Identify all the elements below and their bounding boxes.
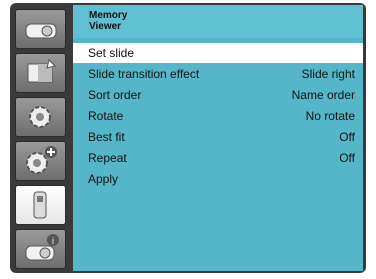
- image-adjust-icon: [27, 59, 56, 83]
- menu-item-value: Slide right: [301, 67, 355, 81]
- svg-text:i: i: [52, 236, 54, 246]
- menu-item-value: Off: [339, 130, 355, 144]
- projector-info-icon: i: [25, 234, 59, 261]
- menu-header: Memory Viewer: [73, 5, 363, 38]
- menu-panel: Memory Viewer Set slide Slide transition…: [73, 5, 363, 271]
- menu-item-repeat[interactable]: Repeat Off: [73, 148, 363, 168]
- page-title-line-1: Memory: [89, 10, 128, 21]
- menu-item-apply[interactable]: Apply: [73, 169, 363, 189]
- menu-item-sort-order[interactable]: Sort order Name order: [73, 85, 363, 105]
- display-settings-tab[interactable]: [15, 9, 66, 49]
- menu-item-value: No rotate: [305, 109, 355, 123]
- menu-item-label: Repeat: [88, 151, 127, 165]
- menu-item-set-slide[interactable]: Set slide: [73, 43, 363, 63]
- menu-item-label: Sort order: [88, 88, 142, 102]
- projector-icon: [25, 23, 57, 39]
- sidebar: i: [11, 5, 71, 271]
- menu-item-label: Best fit: [88, 130, 125, 144]
- menu-item-label: Rotate: [88, 109, 124, 123]
- menu-item-value: Name order: [291, 88, 355, 102]
- gear-plus-icon: [26, 146, 57, 174]
- menu-item-rotate[interactable]: Rotate No rotate: [73, 106, 363, 126]
- image-adjust-tab[interactable]: [15, 53, 66, 93]
- page-title-line-2: Viewer: [89, 21, 122, 32]
- menu-item-label: Apply: [88, 172, 119, 186]
- menu-item-value: Off: [339, 151, 355, 165]
- menu-item-label: Slide transition effect: [88, 67, 200, 81]
- extended-settings-tab[interactable]: [15, 141, 66, 181]
- menu-item-best-fit[interactable]: Best fit Off: [73, 127, 363, 147]
- page-title: Memory Viewer: [89, 10, 127, 32]
- gear-icon: [29, 106, 51, 128]
- info-tab[interactable]: i: [15, 229, 66, 269]
- menu-item-label: Set slide: [88, 46, 135, 60]
- memory-viewer-tab[interactable]: [15, 185, 66, 225]
- usb-icon: [33, 191, 47, 219]
- menu-item-slide-transition-effect[interactable]: Slide transition effect Slide right: [73, 64, 363, 84]
- settings-tab[interactable]: [15, 97, 66, 137]
